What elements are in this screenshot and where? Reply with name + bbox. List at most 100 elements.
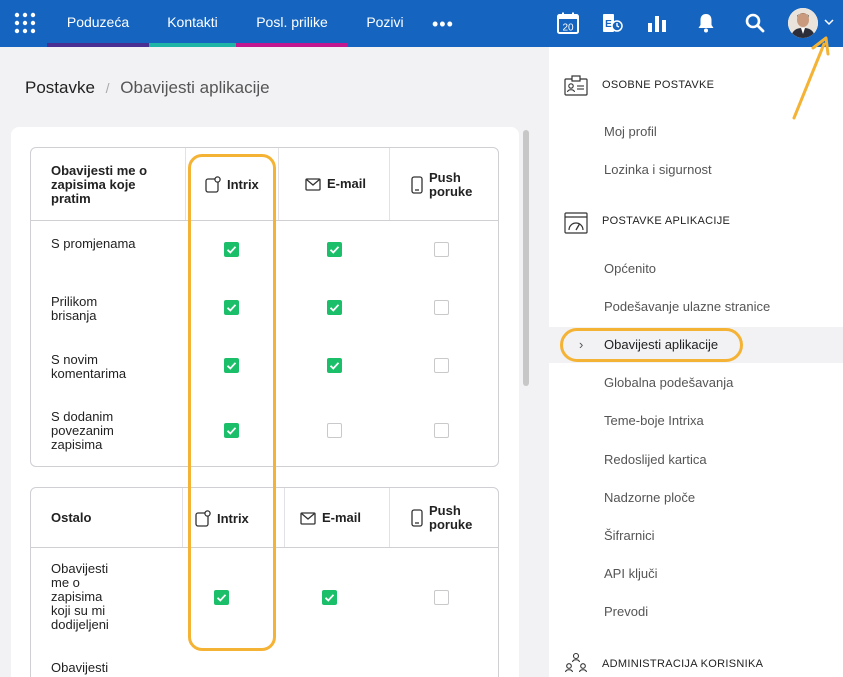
email-envelope-icon <box>305 177 321 191</box>
column-header-label: Intrix <box>217 510 249 526</box>
email-checkbox[interactable] <box>327 423 342 438</box>
nav-accent-bar <box>47 43 149 47</box>
intrix-checkbox[interactable] <box>224 423 239 438</box>
intrix-checkbox[interactable] <box>224 300 239 315</box>
email-checkbox[interactable] <box>322 590 337 605</box>
nav-accent-bar <box>236 43 348 47</box>
breadcrumb-root[interactable]: Postavke <box>25 78 95 97</box>
push-checkbox[interactable] <box>434 300 449 315</box>
sidebar-item-lozinka[interactable]: Lozinka i sigurnost <box>549 152 843 188</box>
svg-text:E: E <box>605 19 612 30</box>
nav-item-label: Poduzeća <box>66 14 130 30</box>
nav-item-label: Kontakti <box>167 14 218 30</box>
push-checkbox[interactable] <box>434 242 449 257</box>
sidebar-item-redoslijed[interactable]: Redoslijed kartica <box>549 442 843 478</box>
sidebar-item-ulazna-stranica[interactable]: Podešavanje ulazne stranice <box>549 289 843 325</box>
breadcrumb-current: Obavijesti aplikacije <box>120 78 270 97</box>
sidebar-item-label: Obavijesti aplikacije <box>604 337 719 352</box>
card-title: Ostalo <box>51 510 92 525</box>
section-title-app: POSTAVKE APLIKACIJE <box>602 215 731 227</box>
column-divider <box>284 488 285 547</box>
sidebar-item-opcenito[interactable]: Općenito <box>549 251 843 287</box>
sidebar-item-teme[interactable]: Teme-boje Intrixa <box>549 403 843 439</box>
sidebar-item-prevodi[interactable]: Prevodi <box>549 594 843 630</box>
users-hierarchy-icon <box>564 652 588 673</box>
row-label: Obavijesti me o zapisima koji su mi dodi… <box>51 561 109 632</box>
push-checkbox[interactable] <box>434 358 449 373</box>
notify-followed-records-card: Obavijesti me o zapisima koje pratim Int… <box>30 147 499 467</box>
column-header-push: Push poruke <box>411 171 479 199</box>
column-header-email: E-mail <box>300 511 361 525</box>
column-header-intrix: Intrix <box>195 510 249 527</box>
column-header-label: E-mail <box>327 176 367 191</box>
user-portrait-icon <box>788 8 818 38</box>
nav-item-posl-prilike[interactable]: Posl. prilike <box>236 0 348 47</box>
section-title-admin: ADMINISTRACIJA KORISNIKA <box>602 658 764 670</box>
reports-chart-icon[interactable] <box>645 11 669 35</box>
column-header-intrix: Intrix <box>205 176 259 193</box>
chevron-down-icon[interactable] <box>823 16 835 28</box>
settings-sidebar: OSOBNE POSTAVKE Moj profil Lozinka i sig… <box>549 47 843 677</box>
nav-accent-bar <box>149 43 236 47</box>
email-envelope-icon <box>300 511 316 525</box>
column-divider <box>182 488 183 547</box>
push-checkbox[interactable] <box>434 590 449 605</box>
nav-item-kontakti[interactable]: Kontakti <box>149 0 236 47</box>
column-header-email: E-mail <box>305 177 366 191</box>
column-header-label: Intrix <box>227 176 259 192</box>
section-title-personal: OSOBNE POSTAVKE <box>602 79 715 91</box>
intrix-checkbox[interactable] <box>224 358 239 373</box>
row-label: S promjenama <box>51 236 136 251</box>
email-checkbox[interactable] <box>327 242 342 257</box>
nav-item-label: Pozivi <box>366 14 404 30</box>
dashboard-gauge-icon <box>564 212 588 234</box>
sidebar-item-globalna[interactable]: Globalna podešavanja <box>549 365 843 401</box>
search-icon[interactable] <box>743 11 767 35</box>
nav-item-poduzeca[interactable]: Poduzeća <box>47 0 149 47</box>
content-scrollbar[interactable] <box>523 130 529 386</box>
sidebar-item-nadzorne[interactable]: Nadzorne ploče <box>549 480 843 516</box>
notify-other-card: Ostalo Intrix E-mail Push poruke Obavije… <box>30 487 499 677</box>
column-divider <box>278 148 279 220</box>
card-header: Obavijesti me o zapisima koje pratim Int… <box>31 148 498 221</box>
sidebar-item-sifrarnici[interactable]: Šifrarnici <box>549 518 843 554</box>
mobile-phone-icon <box>411 176 423 194</box>
email-checkbox[interactable] <box>327 358 342 373</box>
row-label: S novim komentarima <box>51 352 127 381</box>
row-label: Obavijesti <box>51 660 109 675</box>
apps-grid-icon[interactable] <box>14 12 36 34</box>
nav-item-pozivi[interactable]: Pozivi <box>355 0 415 47</box>
more-menu-button[interactable]: ••• <box>432 14 454 35</box>
top-navigation-bar: Poduzeća Kontakti Posl. prilike Pozivi •… <box>0 0 843 47</box>
id-card-icon <box>564 75 588 96</box>
column-header-label: E-mail <box>322 510 362 525</box>
intrix-checkbox[interactable] <box>224 242 239 257</box>
intrix-app-icon <box>205 176 221 193</box>
card-header: Ostalo Intrix E-mail Push poruke <box>31 488 498 548</box>
user-avatar[interactable] <box>788 8 818 38</box>
column-divider <box>185 148 186 220</box>
breadcrumb-separator: / <box>105 80 110 96</box>
calendar-icon[interactable]: 20 <box>556 11 580 35</box>
intrix-app-icon <box>195 510 211 527</box>
card-title: Obavijesti me o zapisima koje pratim <box>51 163 148 206</box>
exchange-sync-icon[interactable]: E <box>600 11 624 35</box>
notifications-bell-icon[interactable] <box>694 11 718 35</box>
push-checkbox[interactable] <box>434 423 449 438</box>
intrix-checkbox[interactable] <box>214 590 229 605</box>
breadcrumb: Postavke / Obavijesti aplikacije <box>25 78 270 98</box>
sidebar-item-api-kljuci[interactable]: API ključi <box>549 556 843 592</box>
sidebar-item-moj-profil[interactable]: Moj profil <box>549 114 843 150</box>
column-divider <box>389 488 390 547</box>
email-checkbox[interactable] <box>327 300 342 315</box>
column-divider <box>389 148 390 220</box>
row-label: Prilikom brisanja <box>51 294 98 323</box>
sidebar-item-obavijesti[interactable]: › Obavijesti aplikacije <box>549 327 843 363</box>
column-header-label: Push poruke <box>429 503 473 532</box>
column-header-push: Push poruke <box>411 504 479 532</box>
chevron-right-icon: › <box>579 337 584 352</box>
row-label: S dodanim povezanim zapisima <box>51 409 114 452</box>
column-header-label: Push poruke <box>429 170 473 199</box>
nav-item-label: Posl. prilike <box>256 14 328 30</box>
calendar-day-text: 20 <box>562 23 574 34</box>
